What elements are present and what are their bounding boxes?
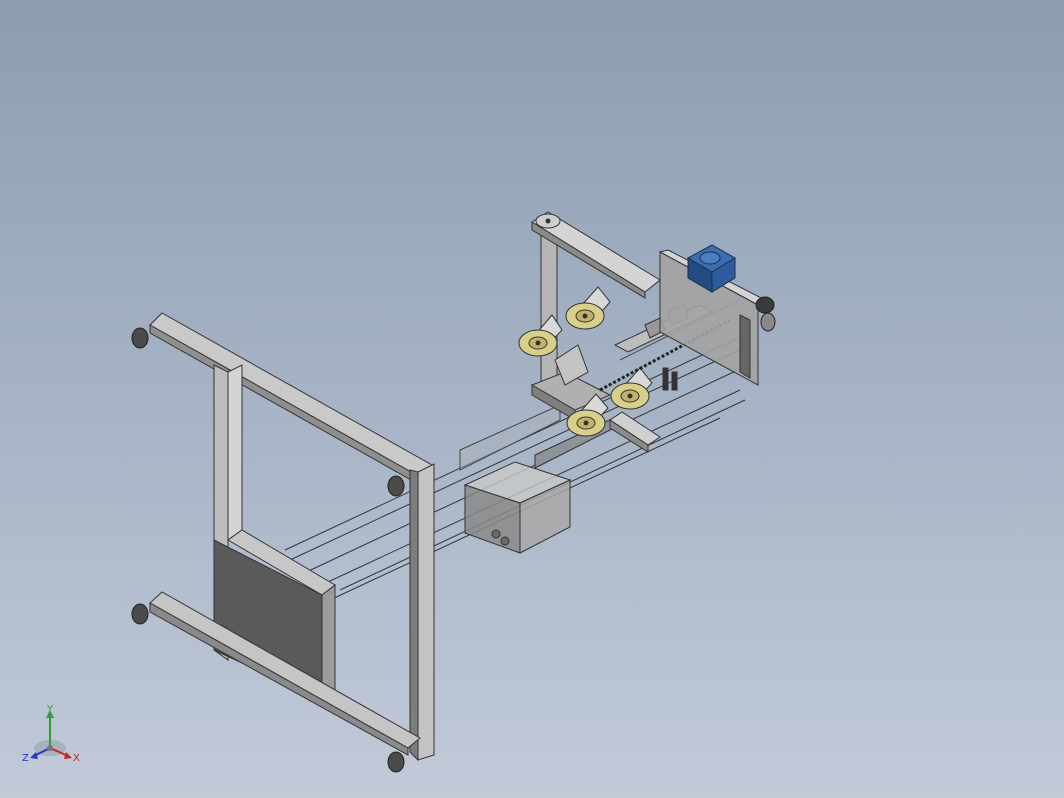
triad-z-label: Z [22, 753, 29, 764]
z-arrow-icon [30, 752, 38, 759]
guide-wheel-2[interactable] [565, 286, 611, 330]
triad-origin [47, 745, 53, 751]
orientation-triad[interactable]: Y X Z [22, 704, 80, 764]
cad-viewport[interactable]: Y X Z [0, 0, 1064, 798]
triad-x-label: X [73, 753, 80, 764]
x-arrow-icon [64, 752, 72, 759]
motor-coupling[interactable] [755, 296, 776, 332]
model-canvas[interactable]: Y X Z [0, 0, 1064, 798]
control-box[interactable] [463, 461, 572, 554]
triad-y-label: Y [46, 704, 54, 715]
guide-wheels[interactable] [518, 286, 653, 437]
main-frame[interactable] [149, 312, 435, 762]
